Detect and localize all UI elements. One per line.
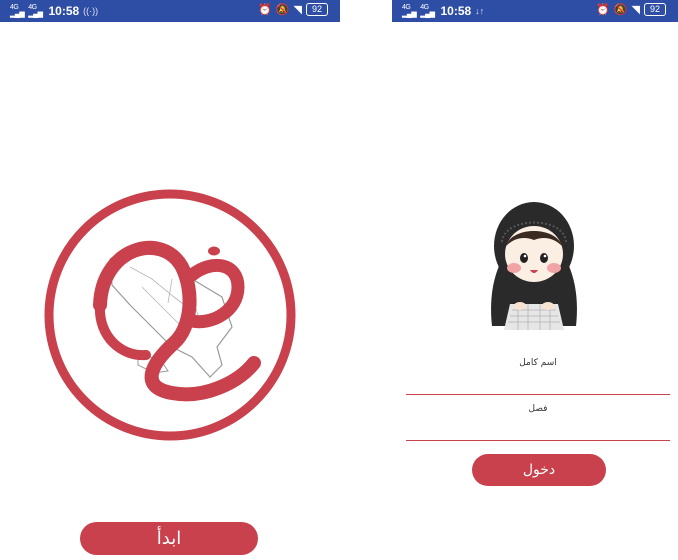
start-button[interactable]: ابدأ xyxy=(80,522,258,555)
activity-icon: ((·)) xyxy=(83,6,99,16)
splash-screen: 4G ▂▄▆ 4G ▂▄▆ 10:58 ((·)) ⏰ 🔕 ◥ 92 ابدأ xyxy=(0,0,340,560)
signal-icon: 4G ▂▄▆ xyxy=(28,4,43,18)
signal-icon: 4G ▂▄▆ xyxy=(402,4,417,18)
mute-icon: 🔕 xyxy=(275,4,290,16)
activity-icon: ↓↑ xyxy=(475,6,485,16)
class-field-label: فصل xyxy=(528,404,548,414)
name-field-label: اسم كامل xyxy=(519,358,557,368)
alarm-icon: ⏰ xyxy=(258,4,272,16)
girl-avatar-illustration xyxy=(491,202,577,330)
status-bar: 4G ▂▄▆ 4G ▂▄▆ 10:58 ↓↑ ⏰ 🔕 ◥ 92 xyxy=(392,0,678,22)
class-input-underline[interactable] xyxy=(406,440,670,441)
status-time: 10:58 xyxy=(440,4,472,18)
wifi-icon: ◥ xyxy=(293,4,302,16)
login-button[interactable]: دخول xyxy=(472,454,606,486)
signal-icon: 4G ▂▄▆ xyxy=(10,4,25,18)
login-screen: 4G ▂▄▆ 4G ▂▄▆ 10:58 ↓↑ ⏰ 🔕 ◥ 92 اسم كامل… xyxy=(392,0,678,560)
wifi-icon: ◥ xyxy=(631,4,640,16)
name-input-underline[interactable] xyxy=(406,394,670,395)
battery-icon: 92 xyxy=(305,3,328,16)
mute-icon: 🔕 xyxy=(613,4,628,16)
status-bar: 4G ▂▄▆ 4G ▂▄▆ 10:58 ((·)) ⏰ 🔕 ◥ 92 xyxy=(0,0,340,22)
status-time: 10:58 xyxy=(48,4,80,18)
alarm-icon: ⏰ xyxy=(596,4,610,16)
app-logo xyxy=(44,189,296,441)
signal-icon: 4G ▂▄▆ xyxy=(420,4,435,18)
battery-icon: 92 xyxy=(643,3,666,16)
